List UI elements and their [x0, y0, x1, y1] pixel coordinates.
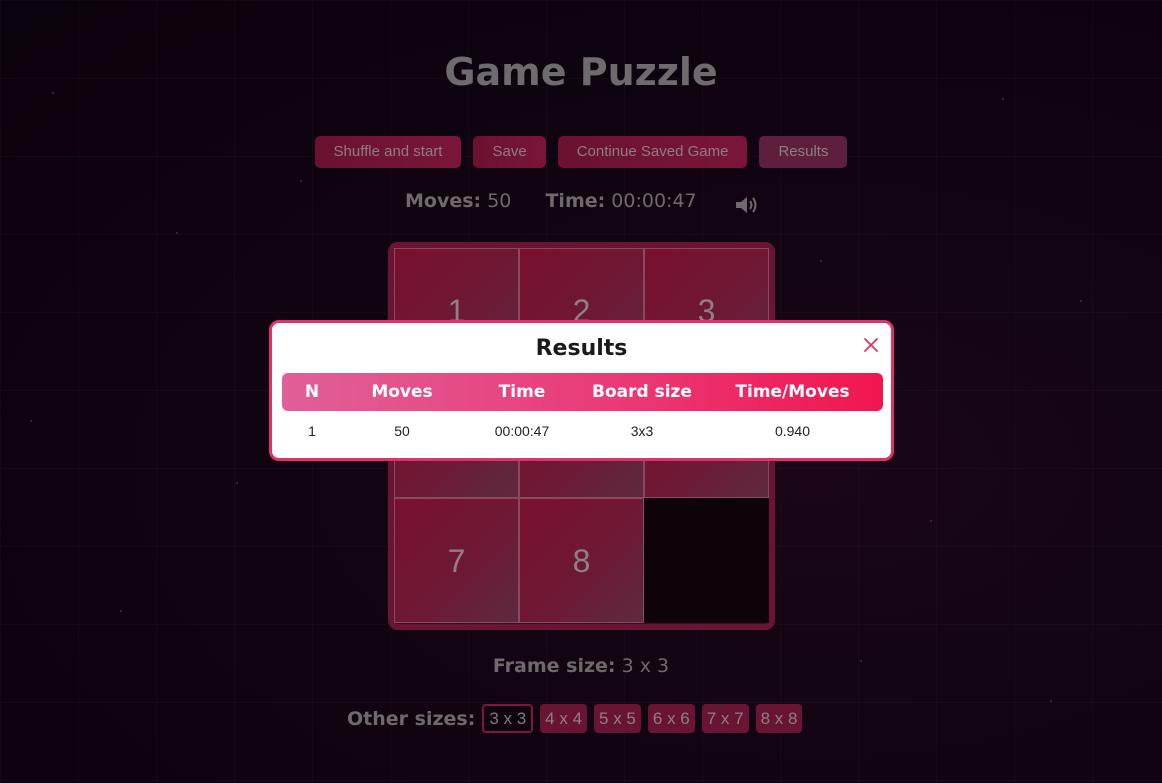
column-header: Board size [592, 382, 692, 402]
page-title: Game Puzzle [444, 50, 718, 94]
table-cell: 1 [308, 422, 316, 439]
results-button[interactable]: Results [759, 136, 848, 168]
column-header: Time [498, 382, 546, 402]
table-header-row: N Moves Time Board size Time/Moves [282, 373, 883, 411]
size-option[interactable]: 3 x 3 [482, 704, 534, 733]
table-cell: 3x3 [630, 422, 654, 439]
shuffle-start-button[interactable]: Shuffle and start [314, 136, 462, 168]
puzzle-tile[interactable]: 7 [394, 498, 519, 623]
table-cell: 50 [394, 422, 410, 439]
modal-title: Results [535, 336, 628, 361]
results-table: N Moves Time Board size Time/Moves 1 50 … [282, 373, 883, 450]
size-option[interactable]: 4 x 4 [540, 704, 588, 733]
size-option[interactable]: 7 x 7 [701, 704, 749, 733]
column-header: N [304, 382, 320, 402]
empty-cell[interactable] [644, 498, 769, 623]
continue-saved-game-button[interactable]: Continue Saved Game [557, 136, 748, 168]
frame-size-label: Frame size: [492, 655, 616, 677]
action-buttons: Shuffle and start Save Continue Saved Ga… [0, 136, 1162, 168]
results-modal: Results N Moves Time Board size Time/Mov… [269, 320, 894, 461]
size-option[interactable]: 5 x 5 [594, 704, 641, 733]
time-value: 00:00:47 [611, 190, 697, 212]
size-option[interactable]: 6 x 6 [647, 704, 695, 733]
column-header: Time/Moves [735, 382, 850, 402]
table-cell: 0.940 [774, 422, 811, 439]
puzzle-tile[interactable]: 8 [519, 498, 644, 623]
frame-size: Frame size: 3 x 3 [0, 655, 1162, 677]
time-label: Time: [545, 190, 606, 212]
close-icon[interactable] [862, 336, 880, 354]
size-option[interactable]: 8 x 8 [755, 704, 803, 733]
table-cell: 00:00:47 [494, 422, 550, 439]
save-button[interactable]: Save [473, 136, 546, 168]
other-sizes: Other sizes: 3 x 3 4 x 4 5 x 5 6 x 6 7 x… [347, 704, 803, 733]
game-stats: Moves: 50 Time: 00:00:47 [405, 190, 697, 212]
moves-label: Moves: [405, 190, 482, 212]
speaker-icon[interactable] [733, 193, 761, 217]
column-header: Moves [371, 382, 433, 402]
table-row: 1 50 00:00:47 3x3 0.940 [282, 411, 883, 450]
moves-value: 50 [487, 190, 512, 212]
other-sizes-label: Other sizes: [347, 707, 476, 730]
frame-size-value: 3 x 3 [621, 655, 670, 677]
